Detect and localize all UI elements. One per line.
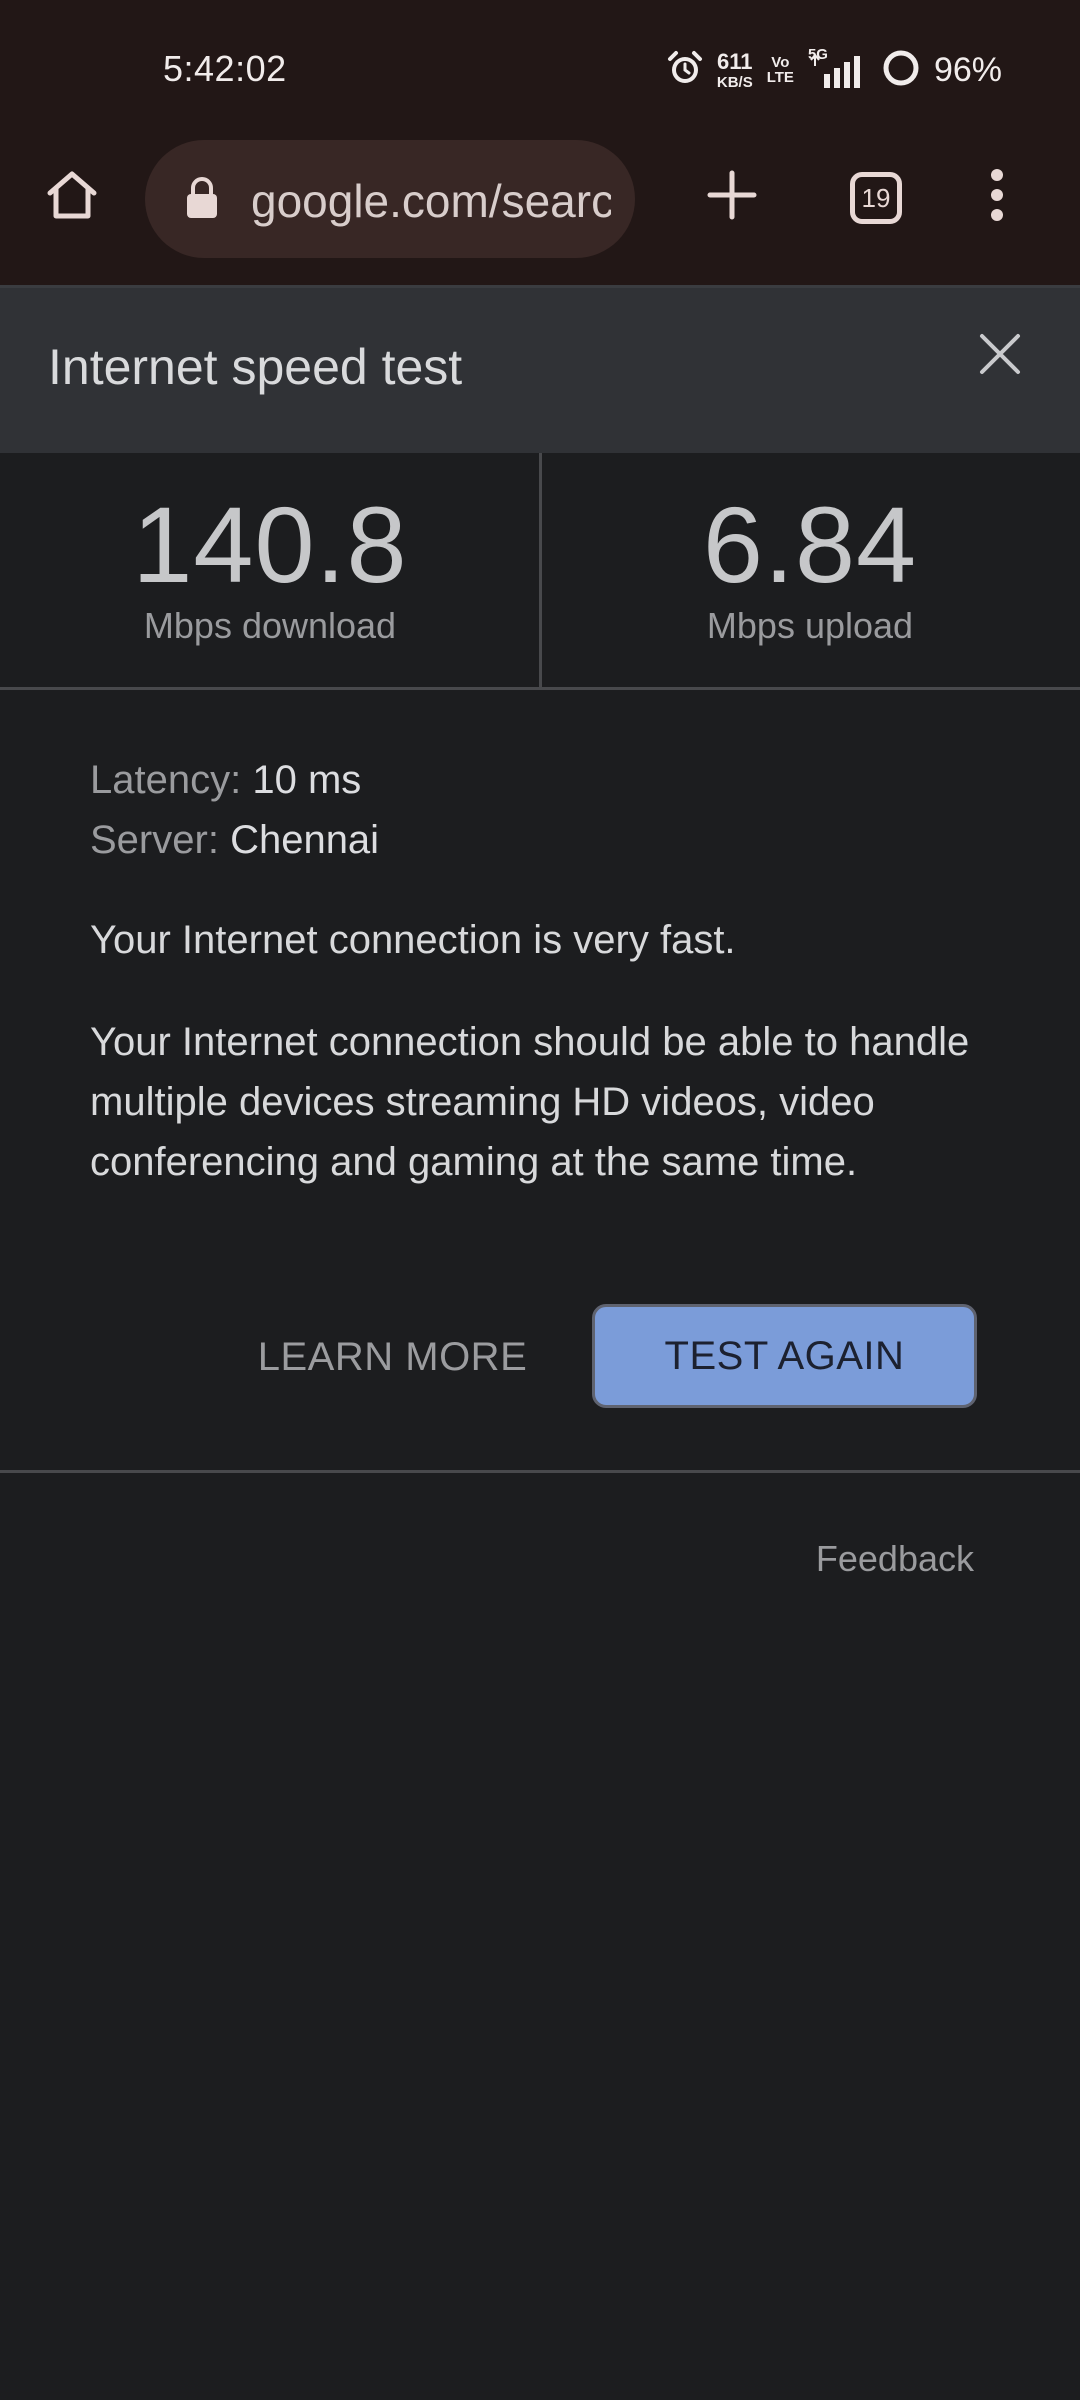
upload-label: Mbps upload (706, 605, 914, 646)
alarm-icon (667, 50, 703, 91)
more-vertical-icon (987, 167, 1007, 228)
browser-toolbar: google.com/search 19 (0, 140, 1080, 285)
learn-more-button[interactable]: LEARN MORE (230, 1305, 555, 1409)
home-button[interactable] (40, 165, 104, 229)
test-again-button[interactable]: TEST AGAIN (592, 1304, 977, 1408)
home-icon (44, 167, 100, 228)
battery-ring-icon (882, 49, 920, 92)
upload-metric: 6.84 Mbps upload (540, 491, 1080, 647)
speed-test-header: Internet speed test (0, 285, 1080, 453)
test-details: Latency: 10 ms Server: Chennai (90, 750, 990, 870)
volte-bottom: LTE (766, 69, 794, 86)
latency-row: Latency: 10 ms (90, 750, 990, 810)
volte-icon: Vo LTE (767, 55, 794, 85)
battery-percent: 96% (933, 50, 1002, 89)
description-text: Your Internet connection should be able … (90, 1020, 970, 1184)
lock-icon (185, 176, 219, 225)
net-speed-value: 611 (717, 48, 753, 74)
status-icons: 611 KB/S Vo LTE 5G 96% (667, 46, 1002, 92)
tab-switcher-button[interactable]: 19 (850, 172, 902, 224)
speed-results: 140.8 Mbps download 6.84 Mbps upload (0, 453, 1080, 690)
download-metric: 140.8 Mbps download (0, 491, 540, 647)
new-tab-plus-icon (706, 169, 758, 226)
server-value: Chennai (230, 818, 380, 862)
signal-icon: 5G (808, 46, 868, 90)
status-bar: 5:42:02 611 KB/S Vo LTE 5G 96% (0, 0, 1080, 140)
more-menu-button[interactable] (965, 165, 1029, 229)
close-icon (978, 332, 1022, 381)
download-label: Mbps download (143, 605, 397, 646)
net-speed-unit: KB/S (716, 73, 753, 91)
url-text[interactable]: google.com/search (251, 174, 611, 228)
network-type: 5G (807, 46, 828, 63)
server-row: Server: Chennai (90, 810, 990, 870)
server-label: Server: (90, 818, 219, 862)
net-speed-indicator: 611 KB/S (716, 48, 753, 91)
download-value: 140.8 (132, 484, 408, 605)
card-title: Internet speed test (48, 339, 463, 395)
card-divider (0, 1470, 1080, 1473)
latency-value: 10 ms (252, 758, 362, 802)
status-time: 5:42:02 (163, 48, 287, 89)
latency-label: Latency: (90, 758, 242, 802)
url-bar[interactable]: google.com/search (145, 140, 635, 258)
feedback-link[interactable]: Feedback (816, 1538, 974, 1580)
volte-top: Vo (771, 54, 790, 71)
upload-value: 6.84 (702, 484, 918, 605)
close-button[interactable] (970, 326, 1030, 386)
new-tab-button[interactable] (700, 165, 764, 229)
summary-text: Your Internet connection is very fast. (90, 918, 736, 962)
tab-count: 19 (861, 182, 891, 213)
